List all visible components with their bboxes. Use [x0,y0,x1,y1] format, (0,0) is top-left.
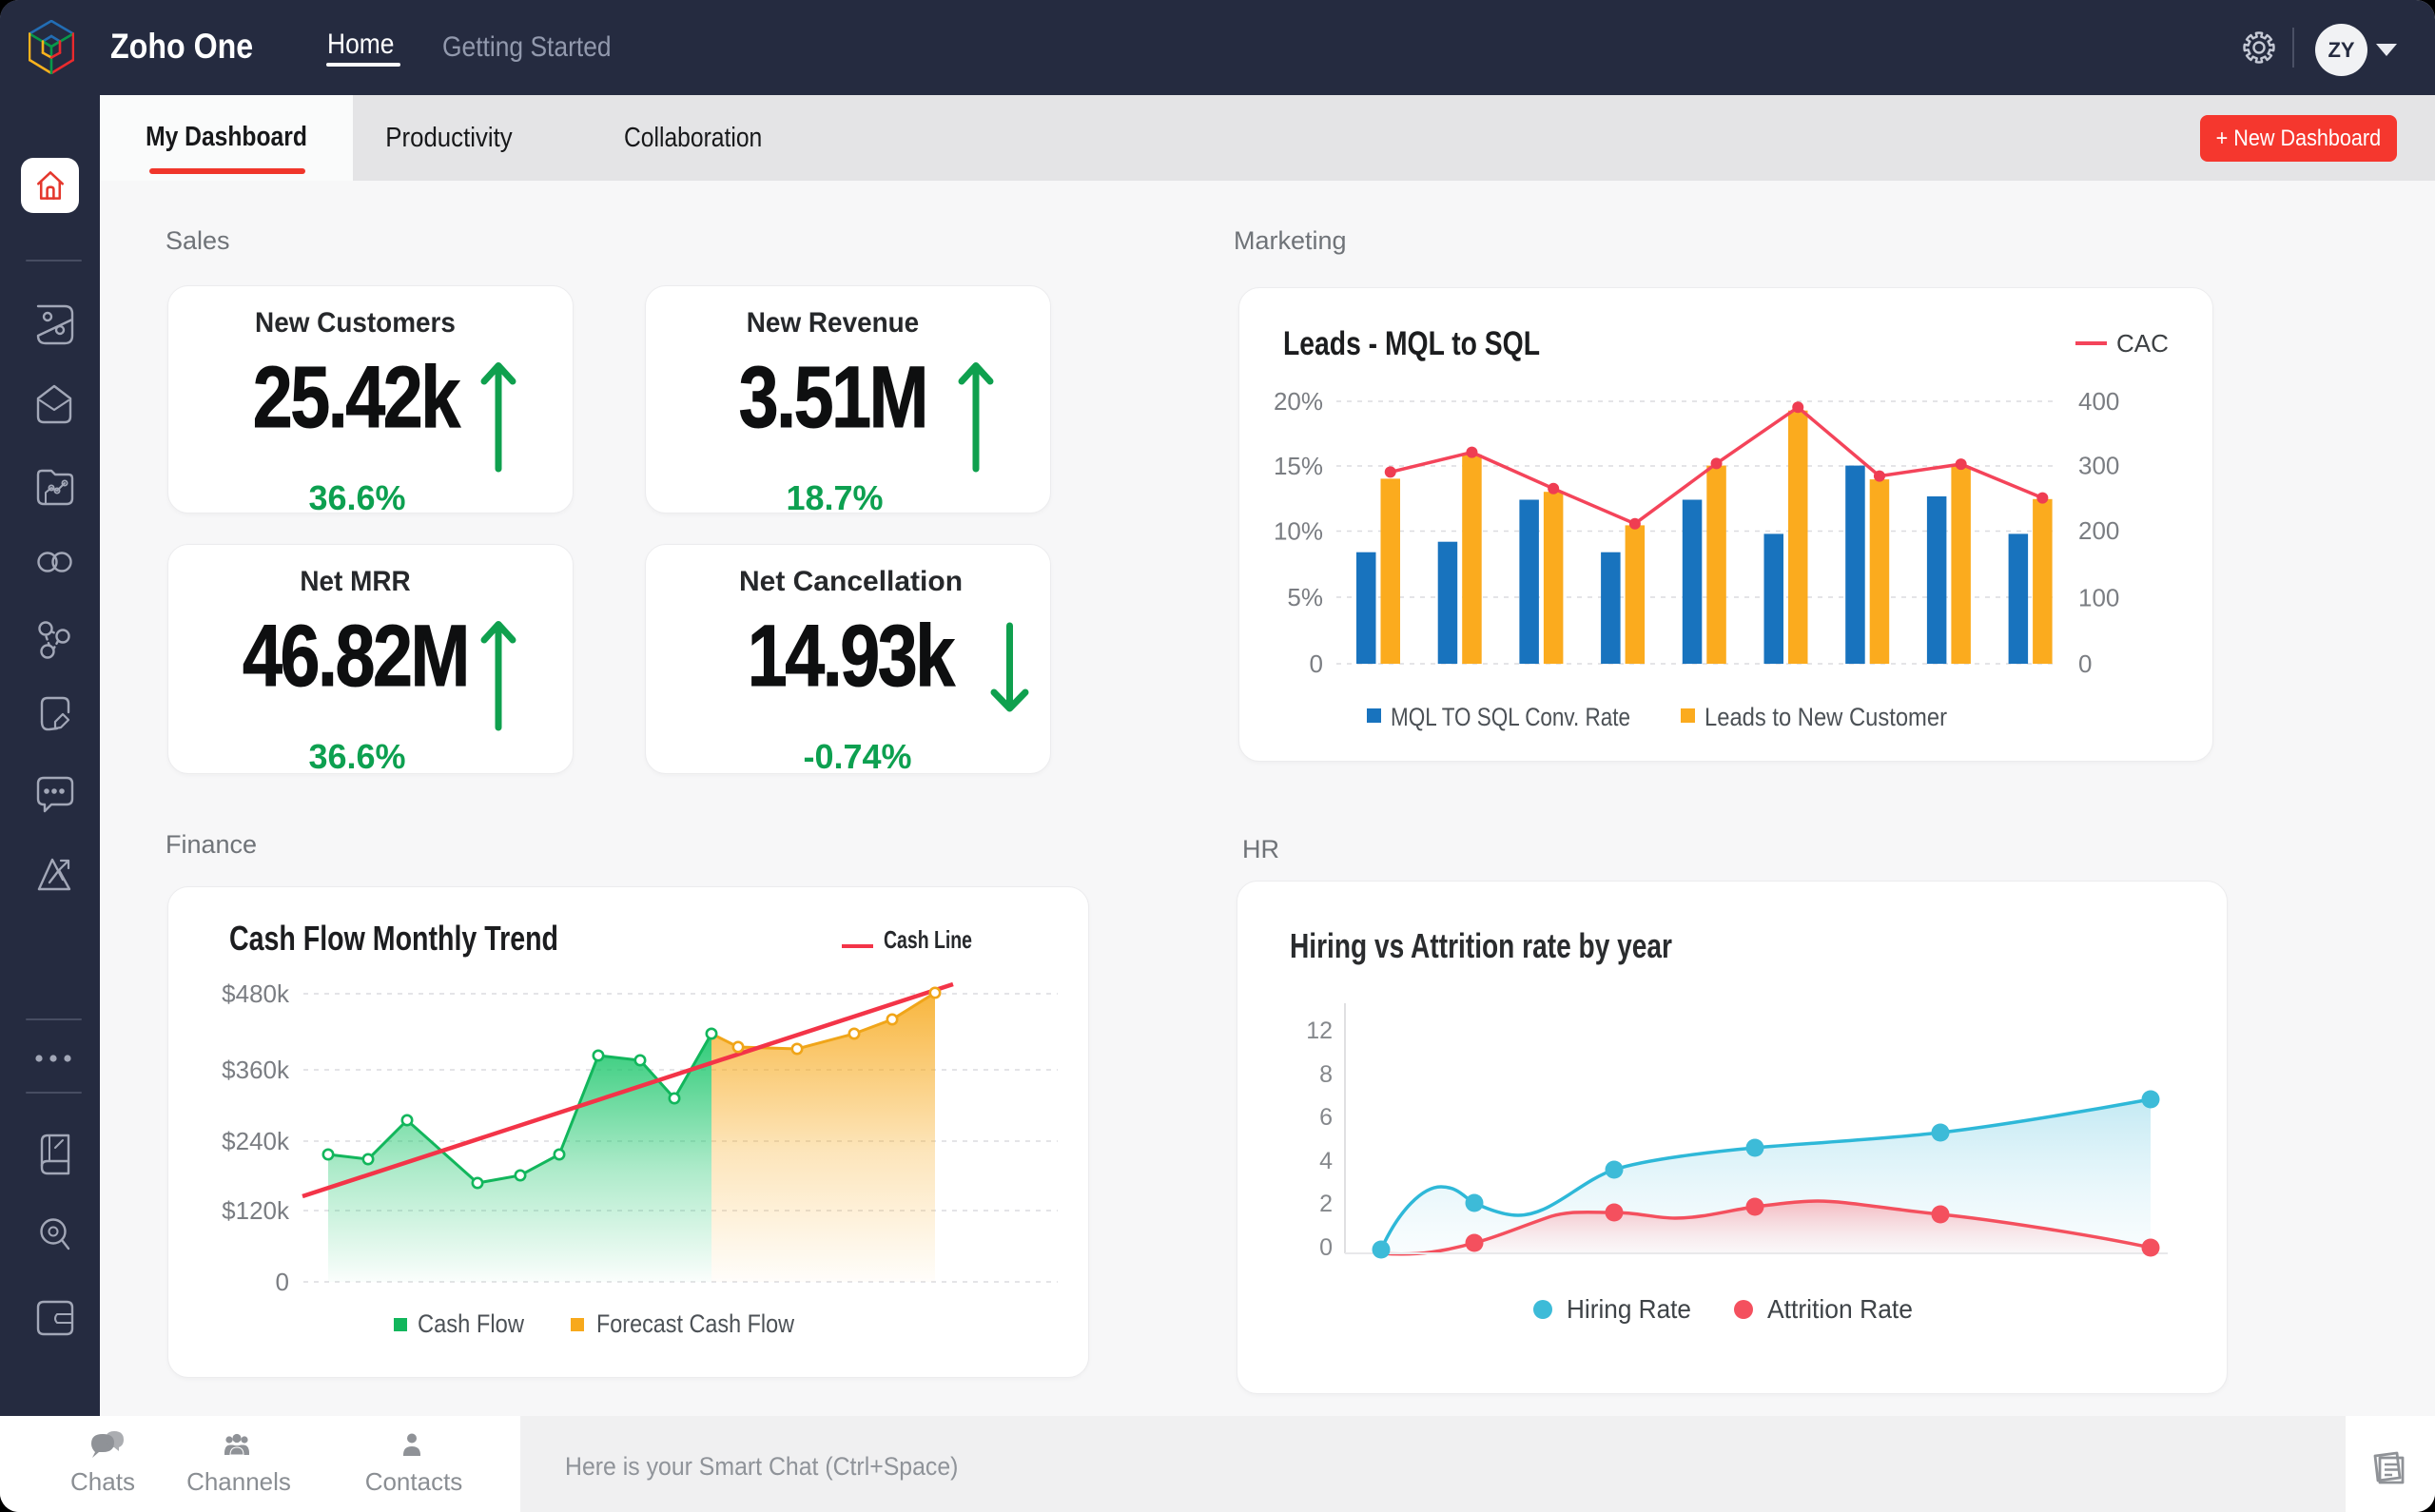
svg-text:400: 400 [2078,387,2119,416]
svg-text:4: 4 [1319,1148,1333,1174]
svg-text:Channels: Channels [186,1467,291,1496]
svg-text:CAC: CAC [2116,329,2169,358]
svg-text:Leads to New Customer: Leads to New Customer [1704,703,1947,731]
svg-text:Leads - MQL to SQL: Leads - MQL to SQL [1283,325,1540,362]
svg-text:$240k: $240k [222,1127,290,1155]
svg-text:Cash Flow: Cash Flow [418,1309,524,1338]
svg-text:0: 0 [1310,649,1323,678]
svg-text:2: 2 [1319,1191,1333,1217]
svg-text:200: 200 [2078,516,2119,545]
svg-text:$360k: $360k [222,1056,290,1084]
svg-text:$120k: $120k [222,1196,290,1225]
svg-text:0: 0 [2078,649,2092,678]
svg-text:Attrition Rate: Attrition Rate [1767,1294,1913,1324]
svg-text:Hiring Rate: Hiring Rate [1567,1294,1691,1324]
svg-text:8: 8 [1319,1061,1333,1088]
svg-text:Chats: Chats [70,1467,135,1496]
svg-text:100: 100 [2078,584,2119,612]
svg-text:300: 300 [2078,452,2119,480]
svg-text:Forecast Cash Flow: Forecast Cash Flow [596,1309,794,1338]
svg-text:15%: 15% [1274,452,1323,480]
svg-text:Cash Flow Monthly Trend: Cash Flow Monthly Trend [229,919,558,958]
svg-text:Contacts: Contacts [365,1467,463,1496]
svg-text:10%: 10% [1274,517,1323,546]
svg-text:Hiring vs Attrition rate by ye: Hiring vs Attrition rate by year [1290,926,1672,965]
svg-text:$480k: $480k [222,979,290,1008]
svg-text:20%: 20% [1274,387,1323,416]
svg-text:0: 0 [276,1268,289,1296]
svg-text:0: 0 [1319,1234,1333,1261]
svg-text:Cash Line: Cash Line [884,925,972,954]
svg-text:5%: 5% [1287,583,1323,611]
svg-text:12: 12 [1306,1018,1333,1044]
svg-text:MQL TO SQL Conv. Rate: MQL TO SQL Conv. Rate [1391,703,1630,731]
svg-text:6: 6 [1319,1104,1333,1131]
